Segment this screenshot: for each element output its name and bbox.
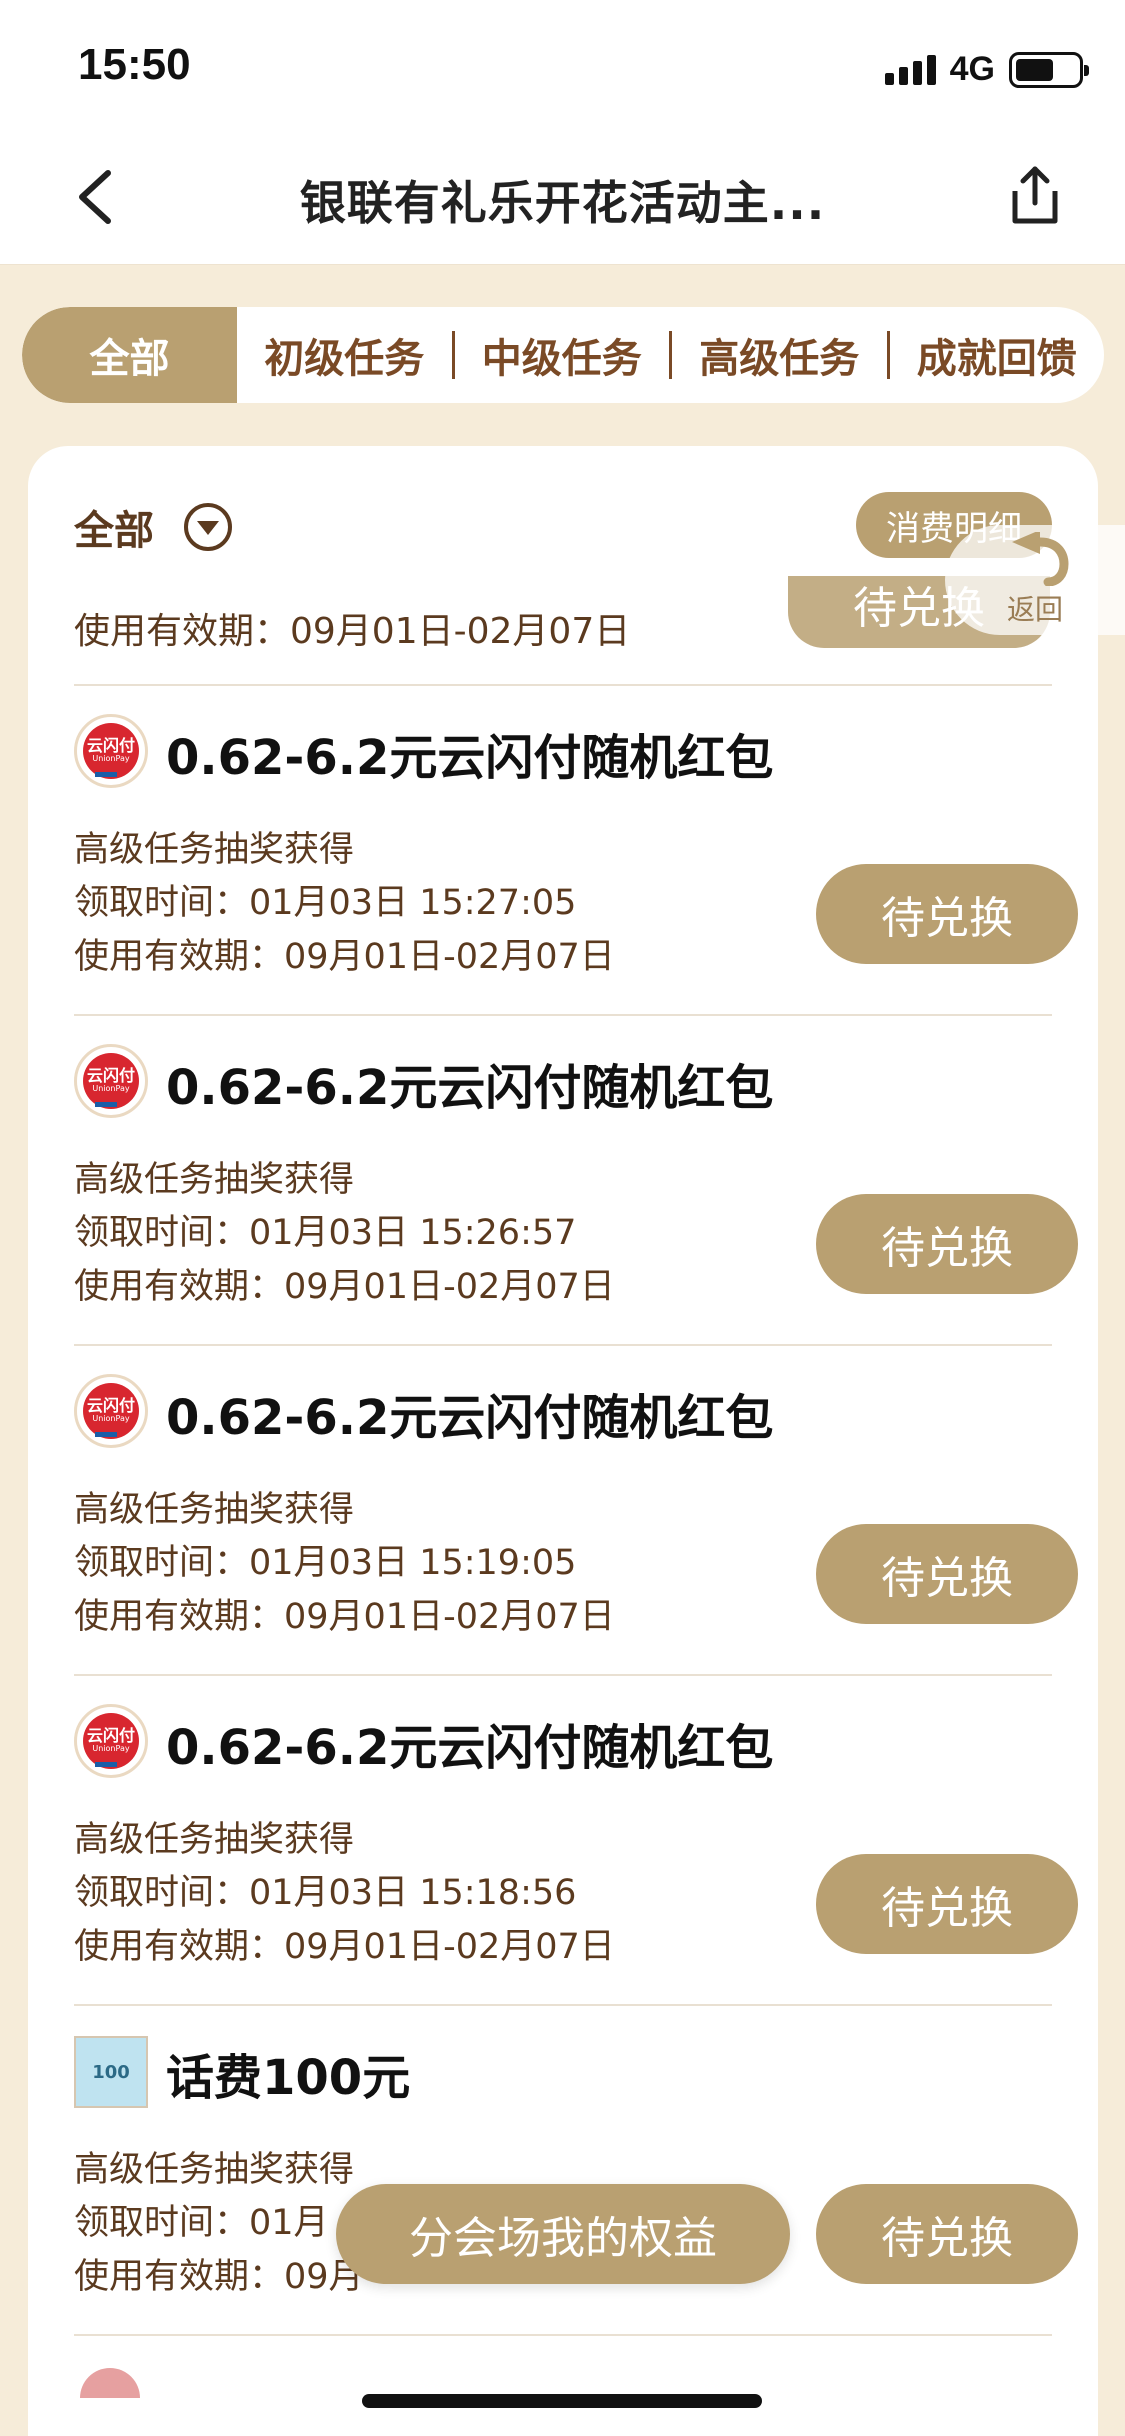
redeem-button[interactable]: 待兑换 [816, 1194, 1078, 1294]
signal-icon [884, 54, 936, 85]
validity-text: 使用有效期：09月01日-02月07日 [74, 611, 631, 652]
share-icon[interactable] [1005, 163, 1065, 227]
rewards-card: 全部 消费明细 待兑换 使用有效期：09月01日-02月07日 云闪付 Union… [28, 446, 1098, 2436]
floating-back-button[interactable]: 返回 [945, 525, 1125, 635]
status-bar: 15:50 4G [0, 0, 1125, 135]
unionpay-icon: 云闪付 UnionPay [74, 1704, 148, 1778]
status-indicators: 4G [884, 50, 1089, 89]
page-title: 银联有礼乐开花活动主... [299, 176, 826, 230]
item-source: 高级任务抽奖获得 [74, 830, 355, 870]
item-validity: 使用有效期：09月01日-02月07日 [74, 1927, 615, 1967]
list-item: 云闪付 UnionPay 0.62-6.2元云闪付随机红包 高级任务抽奖获得 领取… [74, 1344, 1078, 1674]
unionpay-icon: 云闪付 UnionPay [74, 714, 148, 788]
item-validity: 使用有效期：09月01日-02月07日 [74, 937, 615, 977]
unionpay-icon: 云闪付 UnionPay [74, 1374, 148, 1448]
item-title: 0.62-6.2元云闪付随机红包 [166, 730, 774, 786]
list-item: 100 话费100元 高级任务抽奖获得 领取时间：01月 使用有效期：09月 待… [74, 2004, 1078, 2334]
list-item: 云闪付 UnionPay 0.62-6.2元云闪付随机红包 高级任务抽奖获得 领取… [74, 1014, 1078, 1344]
floating-back-label: 返回 [1006, 593, 1063, 626]
tab-achievement[interactable]: 成就回馈 [890, 307, 1105, 403]
item-received-time: 领取时间：01月 [74, 2203, 329, 2243]
redeem-button[interactable]: 待兑换 [816, 1524, 1078, 1624]
item-source: 高级任务抽奖获得 [74, 2150, 355, 2190]
redeem-button[interactable]: 待兑换 [816, 1854, 1078, 1954]
filter-dropdown[interactable]: 全部 [74, 498, 234, 556]
redeem-button[interactable]: 待兑换 [816, 864, 1078, 964]
return-arrow-icon [1012, 532, 1069, 586]
chevron-down-circle-icon [182, 501, 234, 553]
item-validity: 使用有效期：09月01日-02月07日 [74, 1597, 615, 1637]
home-indicator [362, 2394, 762, 2408]
item-received-time: 领取时间：01月03日 15:26:57 [74, 1213, 577, 1253]
item-validity: 使用有效期：09月 [74, 2257, 364, 2297]
my-benefits-button[interactable]: 分会场我的权益 [336, 2184, 790, 2284]
item-validity: 使用有效期：09月01日-02月07日 [74, 1267, 615, 1307]
list-item: 云闪付 UnionPay 0.62-6.2元云闪付随机红包 高级任务抽奖获得 领取… [74, 684, 1078, 1014]
item-received-time: 领取时间：01月03日 15:19:05 [74, 1543, 577, 1583]
item-source: 高级任务抽奖获得 [74, 1490, 355, 1530]
item-source: 高级任务抽奖获得 [74, 1160, 355, 1200]
network-label: 4G [949, 50, 995, 88]
task-tabs: 全部 初级任务 中级任务 高级任务 成就回馈 [22, 307, 1104, 403]
tab-junior[interactable]: 初级任务 [237, 307, 452, 403]
tab-senior[interactable]: 高级任务 [672, 307, 887, 403]
item-title: 0.62-6.2元云闪付随机红包 [166, 1390, 774, 1446]
list-item [74, 2334, 1052, 2394]
battery-icon [1009, 51, 1089, 88]
tab-intermediate[interactable]: 中级任务 [455, 307, 670, 403]
item-title: 话费100元 [166, 2050, 411, 2106]
filter-label: 全部 [74, 508, 154, 554]
redeem-button[interactable]: 待兑换 [816, 2184, 1078, 2284]
unionpay-icon: 云闪付 UnionPay [74, 1044, 148, 1118]
list-item: 云闪付 UnionPay 0.62-6.2元云闪付随机红包 高级任务抽奖获得 领取… [74, 1674, 1078, 2004]
phone-credit-icon: 100 [74, 2036, 148, 2108]
tab-all[interactable]: 全部 [22, 307, 237, 403]
item-received-time: 领取时间：01月03日 15:27:05 [74, 883, 577, 923]
nav-bar: 银联有礼乐开花活动主... [0, 135, 1125, 265]
item-title: 0.62-6.2元云闪付随机红包 [166, 1060, 774, 1116]
item-received-time: 领取时间：01月03日 15:18:56 [74, 1873, 577, 1913]
item-source: 高级任务抽奖获得 [74, 1820, 355, 1860]
status-time: 15:50 [78, 40, 191, 89]
item-title: 0.62-6.2元云闪付随机红包 [166, 1720, 774, 1776]
